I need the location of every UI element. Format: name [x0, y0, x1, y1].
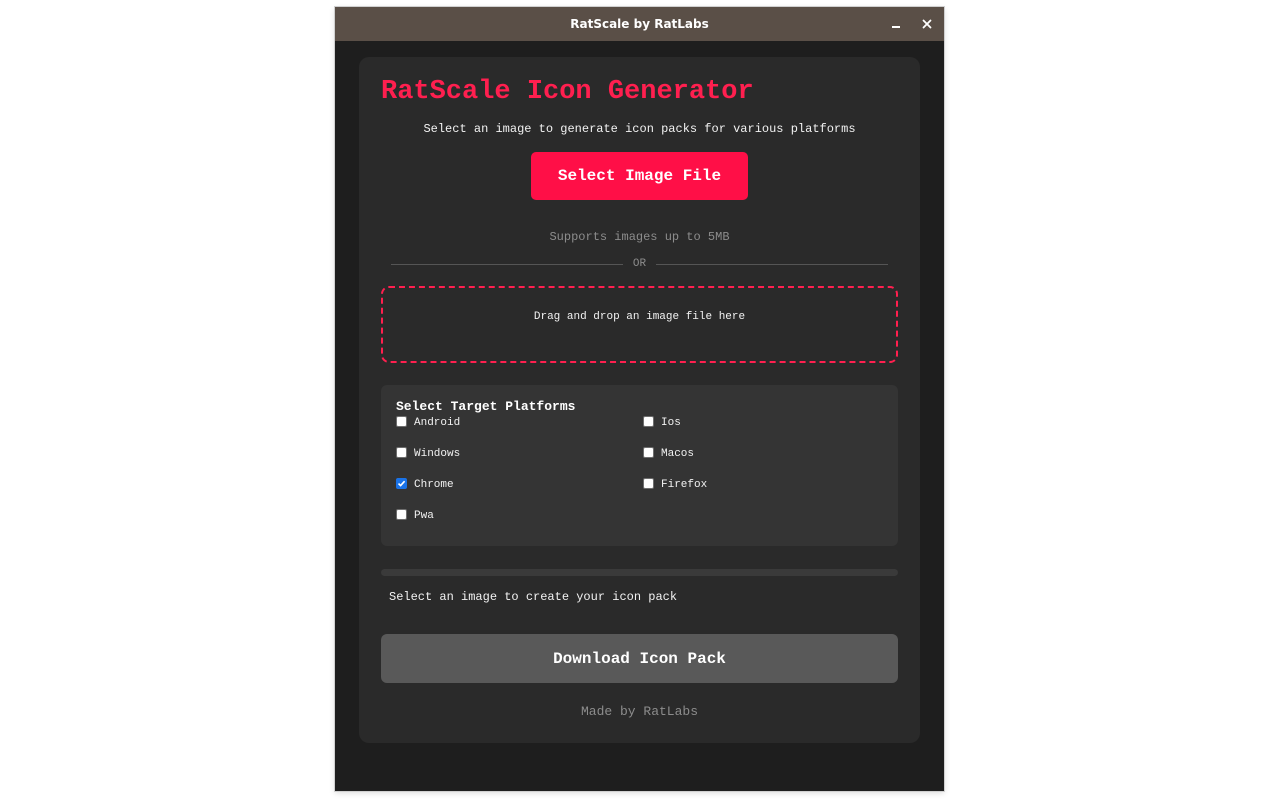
platform-checkbox-windows[interactable] [396, 446, 407, 458]
platform-checkbox-ios[interactable] [643, 415, 654, 427]
platform-option-chrome[interactable]: Chrome [396, 477, 454, 492]
minimize-icon [892, 26, 900, 28]
platform-option-ios[interactable]: Ios [643, 415, 681, 430]
window-title: RatScale by RatLabs [570, 17, 709, 31]
footer-credit: Made by RatLabs [580, 704, 699, 719]
platforms-title: Select Target Platforms [396, 399, 576, 414]
status-text: Select an image to create your icon pack [389, 590, 678, 604]
progress-bar [381, 569, 898, 576]
platform-label: Ios [661, 417, 681, 429]
platform-checkbox-chrome[interactable] [396, 477, 407, 489]
checkmark-icon [397, 480, 406, 487]
file-size-note: Supports images up to 5MB [549, 230, 730, 244]
platform-option-windows[interactable]: Windows [396, 446, 461, 461]
platform-checkbox-macos[interactable] [643, 446, 654, 458]
page-title: RatScale Icon Generator [381, 77, 754, 107]
platform-label: Windows [414, 448, 461, 460]
download-icon-pack-button[interactable]: Download Icon Pack [381, 634, 898, 683]
generator-card: RatScale Icon Generator Select an image … [359, 57, 920, 743]
divider-line-right [656, 263, 889, 265]
platform-option-android[interactable]: Android [396, 415, 461, 430]
drop-zone[interactable]: Drag and drop an image file here [381, 286, 898, 363]
close-button[interactable] [919, 16, 935, 32]
platform-label: Firefox [661, 479, 708, 491]
platform-checkbox-firefox[interactable] [643, 477, 654, 489]
or-divider: OR [391, 256, 889, 272]
select-image-button[interactable]: Select Image File [531, 152, 748, 200]
or-label: OR [632, 258, 647, 270]
drop-zone-text: Drag and drop an image file here [533, 311, 746, 323]
page-subtitle: Select an image to generate icon packs f… [423, 122, 856, 136]
app-window: RatScale by RatLabs RatScale Icon Genera… [335, 7, 944, 791]
platform-option-pwa[interactable]: Pwa [396, 508, 434, 523]
platform-checkbox-pwa[interactable] [396, 508, 407, 520]
platform-label: Android [414, 417, 461, 429]
platform-option-macos[interactable]: Macos [643, 446, 695, 461]
minimize-button[interactable] [888, 16, 904, 32]
platform-label: Pwa [414, 510, 434, 522]
window-titlebar[interactable]: RatScale by RatLabs [335, 7, 944, 41]
close-icon [922, 19, 932, 29]
platform-option-firefox[interactable]: Firefox [643, 477, 708, 492]
platform-checkbox-android[interactable] [396, 415, 407, 427]
platform-label: Chrome [414, 479, 454, 491]
divider-line-left [391, 263, 623, 265]
platforms-panel: Select Target Platforms Android Ios Wind… [381, 385, 898, 546]
platform-label: Macos [661, 448, 695, 460]
